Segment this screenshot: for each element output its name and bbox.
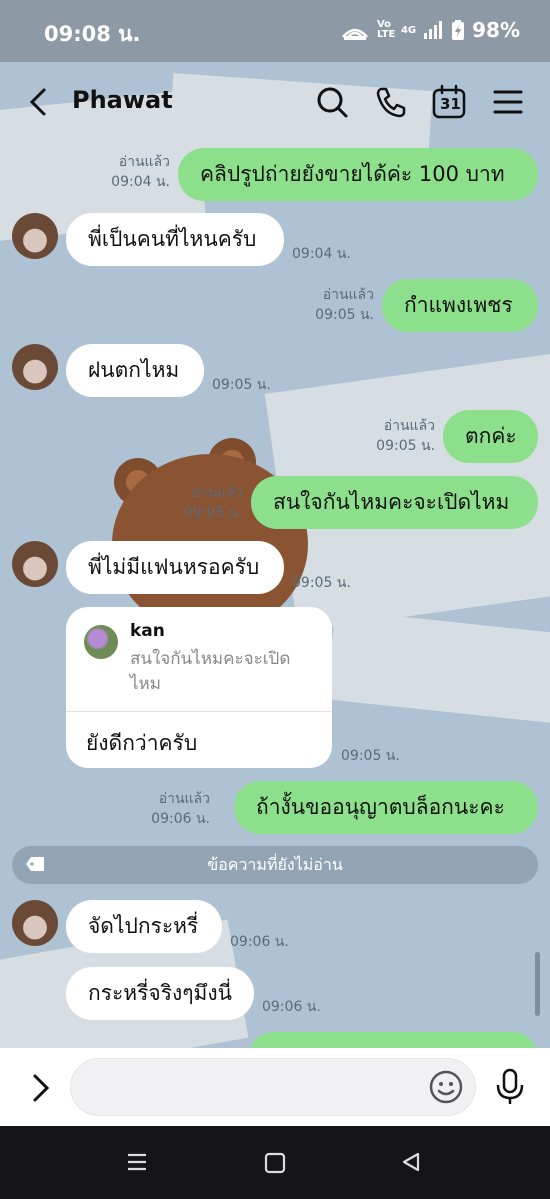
status-icons: Vo LTE 4G 98% xyxy=(341,18,520,42)
menu-icon[interactable] xyxy=(490,84,526,120)
volte-icon: Vo LTE xyxy=(376,19,396,40)
quoted-sender-avatar xyxy=(84,625,118,659)
expand-chevron-icon[interactable] xyxy=(22,1070,58,1106)
system-navigation-bar xyxy=(0,1126,550,1199)
message-time: 09:05 น. xyxy=(212,377,271,393)
message-bubble-incoming[interactable]: กระหรี่จริงๆมึงนี่ xyxy=(66,967,254,1020)
message-input-bar xyxy=(0,1048,550,1126)
status-time: 09:08 น. xyxy=(44,22,141,46)
message-bubble-outgoing[interactable]: สนใจกันไหมคะจะเปิดไหม xyxy=(251,476,538,529)
read-receipt: อ่านแล้ว 09:05 น. xyxy=(184,485,243,521)
message-bubble-incoming[interactable]: พี่เป็นคนที่ไหนครับ xyxy=(66,213,284,266)
message-bubble-incoming[interactable]: ฝนตกไหม xyxy=(66,344,204,397)
quoted-sender-name: kan xyxy=(130,621,165,641)
message-input[interactable] xyxy=(70,1058,476,1116)
message-bubble-outgoing[interactable]: ตกค่ะ xyxy=(443,410,538,463)
message-bubble-outgoing[interactable]: คลิปรูปถ่ายยังขายได้ค่ะ 100 บาท xyxy=(178,148,538,201)
read-receipt: อ่านแล้ว 09:05 น. xyxy=(315,287,374,323)
battery-percent: 98% xyxy=(472,18,520,42)
microphone-icon[interactable] xyxy=(493,1068,527,1106)
search-icon[interactable] xyxy=(314,84,350,120)
status-bar: 09:08 น. Vo LTE 4G 98% xyxy=(0,0,550,62)
battery-icon xyxy=(452,20,465,40)
message-bubble-incoming[interactable]: จัดไปกระหรี่ xyxy=(66,900,222,953)
message-bubble-outgoing[interactable]: กำแพงเพชร xyxy=(382,279,538,332)
reply-message-card[interactable]: kan สนใจกันไหมคะจะเปิดไหม ยังดีกว่าครับ xyxy=(66,607,332,768)
reply-divider xyxy=(66,711,332,712)
read-receipt: อ่านแล้ว 09:06 น. xyxy=(151,791,210,827)
reply-message-text: ยังดีกว่าครับ xyxy=(86,731,198,755)
message-bubble-outgoing[interactable]: ถ้างั้นขออนุญาตบล็อกนะคะ xyxy=(234,781,538,834)
home-icon[interactable] xyxy=(264,1152,286,1174)
contact-avatar[interactable] xyxy=(12,344,58,390)
back-nav-icon[interactable] xyxy=(400,1151,422,1173)
message-bubble-incoming[interactable]: พี่ไม่มีแฟนหรอครับ xyxy=(66,541,284,594)
message-time: 09:06 น. xyxy=(230,934,289,950)
calendar-day: 31 xyxy=(440,95,461,113)
contact-avatar[interactable] xyxy=(12,900,58,946)
phone-icon[interactable] xyxy=(373,84,409,120)
message-time: 09:04 น. xyxy=(292,246,351,262)
chat-title[interactable]: Phawat xyxy=(72,86,173,114)
signal-icon xyxy=(424,21,443,39)
recent-apps-icon[interactable] xyxy=(126,1152,148,1172)
unread-label: ข้อความที่ยังไม่อ่าน xyxy=(207,855,343,874)
message-time: 09:06 น. xyxy=(262,999,321,1015)
background-decoration xyxy=(325,609,550,725)
tag-icon xyxy=(26,857,44,871)
back-icon[interactable] xyxy=(22,84,58,120)
message-time: 09:05 น. xyxy=(341,748,400,764)
hotspot-icon xyxy=(342,28,368,40)
contact-avatar[interactable] xyxy=(12,213,58,259)
message-time: 09:05 น. xyxy=(292,575,351,591)
network-type: 4G xyxy=(400,24,417,36)
read-receipt: อ่านแล้ว 09:04 น. xyxy=(111,154,170,190)
unread-messages-divider: ข้อความที่ยังไม่อ่าน xyxy=(12,846,538,884)
scroll-indicator[interactable] xyxy=(535,952,540,1016)
quoted-message-text[interactable]: สนใจกันไหมคะจะเปิดไหม xyxy=(130,647,310,697)
contact-avatar[interactable] xyxy=(12,541,58,587)
read-receipt: อ่านแล้ว 09:05 น. xyxy=(376,418,435,454)
emoji-icon[interactable] xyxy=(429,1070,463,1104)
